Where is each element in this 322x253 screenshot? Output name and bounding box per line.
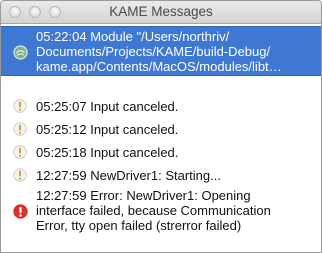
- kame-messages-window: KAME Messages 05:22:04 Module "/Users/no…: [0, 0, 322, 253]
- message-list[interactable]: 05:22:04 Module "/Users/northriv/ Docume…: [1, 24, 321, 252]
- message-text: 12:27:59 Error: NewDriver1: Opening inte…: [36, 188, 319, 233]
- message-line: 12:27:59 Error: NewDriver1: Opening: [36, 188, 251, 203]
- message-item[interactable]: 05:25:18 Input canceled.: [1, 142, 321, 162]
- message-item[interactable]: 05:25:07 Input canceled.: [1, 96, 321, 116]
- message-text: 05:25:07 Input canceled.: [36, 99, 179, 114]
- message-line: interface failed, because Communication: [36, 203, 271, 218]
- message-text: 05:22:04 Module "/Users/northriv/ Docume…: [36, 29, 319, 74]
- warning-icon: [13, 99, 27, 118]
- message-item[interactable]: 12:27:59 NewDriver1: Starting...: [1, 165, 321, 185]
- message-line: 05:22:04 Module "/Users/northriv/: [36, 29, 230, 44]
- message-text: 05:25:18 Input canceled.: [36, 145, 179, 160]
- message-line: Error, tty open failed (strerror failed): [36, 218, 242, 233]
- message-line: kame.app/Contents/MacOS/modules/libt…: [36, 59, 282, 74]
- warning-icon: [13, 122, 27, 141]
- message-item[interactable]: 12:27:59 Error: NewDriver1: Opening inte…: [1, 186, 321, 236]
- message-item[interactable]: 05:22:04 Module "/Users/northriv/ Docume…: [1, 26, 321, 76]
- warning-icon: [13, 145, 27, 164]
- title-bar[interactable]: KAME Messages: [1, 1, 321, 24]
- warning-icon: [13, 168, 27, 187]
- module-icon: [13, 45, 28, 65]
- message-text: 12:27:59 NewDriver1: Starting...: [36, 168, 221, 183]
- message-item[interactable]: 05:25:12 Input canceled.: [1, 119, 321, 139]
- error-icon: [13, 204, 28, 224]
- message-line: Documents/Projects/KAME/build-Debug/: [36, 44, 271, 59]
- window-title: KAME Messages: [109, 4, 213, 19]
- message-text: 05:25:12 Input canceled.: [36, 122, 179, 137]
